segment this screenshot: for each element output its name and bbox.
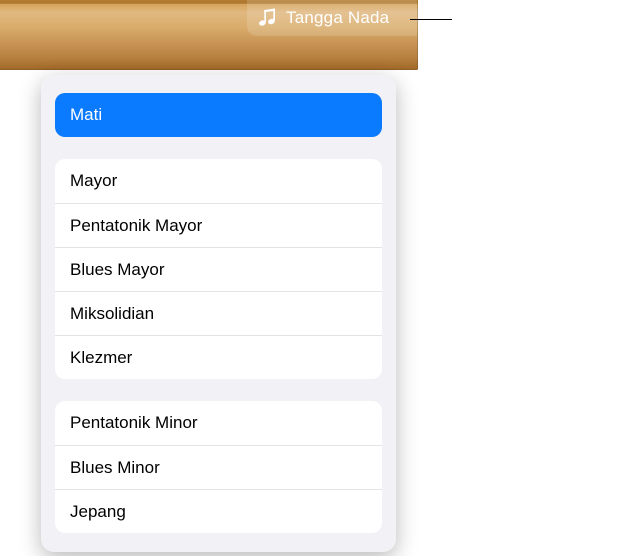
scale-button-label: Tangga Nada [286,8,389,28]
scale-group-minor: Pentatonik Minor Blues Minor Jepang [55,401,382,533]
callout-line [410,19,452,20]
scale-popover: Mati Mayor Pentatonik Mayor Blues Mayor … [41,75,396,552]
scale-option[interactable]: Jepang [55,489,382,533]
scale-option-label: Blues Minor [70,458,160,478]
scale-group-major: Mayor Pentatonik Mayor Blues Mayor Mikso… [55,159,382,379]
scale-group-off: Mati [55,93,382,137]
scale-option-label: Pentatonik Minor [70,413,198,433]
scale-option[interactable]: Pentatonik Minor [55,401,382,445]
scale-option[interactable]: Blues Minor [55,445,382,489]
scale-option[interactable]: Mayor [55,159,382,203]
scale-button[interactable]: Tangga Nada [247,0,417,36]
scale-option-label: Pentatonik Mayor [70,216,202,236]
scale-option-label: Mati [70,105,102,125]
scale-option-label: Miksolidian [70,304,154,324]
scale-option-label: Jepang [70,502,126,522]
music-notes-icon [257,8,279,28]
scale-option-label: Mayor [70,171,117,191]
scale-option[interactable]: Pentatonik Mayor [55,203,382,247]
scale-option[interactable]: Blues Mayor [55,247,382,291]
toolbar: Tangga Nada [0,0,418,70]
scale-option-label: Klezmer [70,348,132,368]
scale-option-off[interactable]: Mati [55,93,382,137]
scale-option-label: Blues Mayor [70,260,164,280]
scale-option[interactable]: Klezmer [55,335,382,379]
scale-option[interactable]: Miksolidian [55,291,382,335]
